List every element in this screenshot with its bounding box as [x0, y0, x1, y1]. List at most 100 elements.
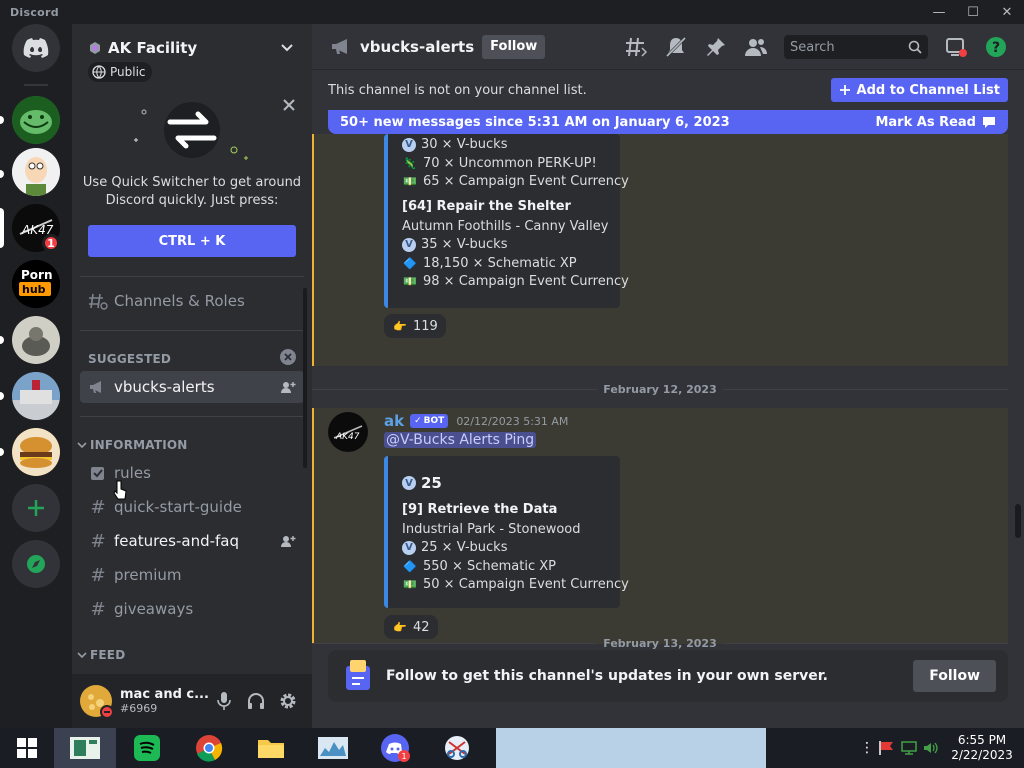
- mark-read-label: Mark As Read: [875, 114, 976, 130]
- spotify-icon[interactable]: [116, 728, 178, 768]
- follow-channel-button[interactable]: Follow: [913, 660, 996, 692]
- mark-as-read-button[interactable]: Mark As Read: [875, 115, 996, 130]
- system-clock[interactable]: 6:55 PM 2/22/2023: [940, 733, 1024, 763]
- close-window-icon[interactable]: ✕: [990, 0, 1024, 24]
- quick-switcher-description: Use Quick Switcher to get around Discord…: [82, 175, 302, 208]
- minimize-icon[interactable]: —: [922, 0, 956, 24]
- user-tag: #6969: [120, 702, 158, 715]
- public-badge: Public: [88, 62, 152, 82]
- mission-location: Autumn Foothills - Canny Valley: [402, 219, 609, 234]
- sidebar-item-vbucks-alerts[interactable]: vbucks-alerts: [80, 371, 304, 403]
- ping-emoji-icon: 👉: [393, 319, 407, 333]
- pin-icon[interactable]: [704, 35, 728, 59]
- reaction-button[interactable]: 👉 119: [384, 314, 446, 338]
- notice-text: This channel is not on your channel list…: [328, 82, 587, 98]
- embed-total: V 25: [402, 474, 442, 492]
- avatar[interactable]: [80, 685, 114, 719]
- unread-pill: [0, 116, 4, 124]
- vbucks-icon: V: [402, 476, 416, 490]
- threads-icon[interactable]: [624, 35, 648, 59]
- embed-line: V 35 × V-bucks: [402, 237, 507, 252]
- taskbar-app-icon[interactable]: [54, 728, 116, 768]
- event-currency-icon: 💵: [403, 174, 417, 188]
- rules-icon: [91, 467, 104, 480]
- dismiss-suggested-icon[interactable]: [280, 349, 296, 365]
- add-to-channel-list-button[interactable]: Add to Channel List: [830, 78, 1008, 102]
- chat-scrollbar[interactable]: [1014, 504, 1022, 544]
- explore-servers-icon[interactable]: [12, 540, 60, 588]
- server-hub-icon[interactable]: Porn hub: [12, 260, 60, 308]
- user-panel: mac and c... #6969: [72, 674, 312, 728]
- file-explorer-icon[interactable]: [240, 728, 302, 768]
- mute-bell-icon[interactable]: [664, 35, 688, 59]
- sidebar-scrollbar[interactable]: [302, 288, 308, 708]
- notification-badge: 1: [398, 750, 410, 762]
- channels-roles-link[interactable]: Channels & Roles: [80, 285, 304, 317]
- taskbar-search-box[interactable]: [496, 728, 766, 768]
- microphone-icon[interactable]: [216, 691, 232, 711]
- server-troll-icon[interactable]: [12, 96, 60, 144]
- server-building-icon[interactable]: [12, 372, 60, 420]
- add-member-icon[interactable]: [280, 380, 296, 394]
- snipping-tool-icon[interactable]: [426, 728, 488, 768]
- embed-line: 🦎 70 × Uncommon PERK-UP!: [403, 155, 597, 171]
- follow-button[interactable]: Follow: [482, 34, 546, 59]
- schematic-xp-icon: 🔷: [403, 256, 417, 270]
- inbox-icon[interactable]: [944, 35, 968, 59]
- quick-switcher-illustration-icon: [134, 102, 248, 160]
- member-list-icon[interactable]: [744, 35, 768, 59]
- selected-pill: [0, 208, 4, 248]
- volume-icon[interactable]: [922, 740, 940, 756]
- perk-up-icon: 🦎: [403, 156, 417, 170]
- chrome-icon[interactable]: [178, 728, 240, 768]
- direct-messages-icon[interactable]: [12, 24, 60, 72]
- channels-roles-label: Channels & Roles: [114, 292, 245, 310]
- flag-icon[interactable]: [878, 740, 896, 756]
- role-mention[interactable]: @V-Bucks Alerts Ping: [384, 432, 537, 448]
- message-header: ak ✓ BOT 02/12/2023 5:31 AM: [384, 412, 568, 430]
- server-list-separator: [24, 84, 48, 86]
- maximize-icon[interactable]: ☐: [956, 0, 990, 24]
- ping-emoji-icon: 👉: [393, 620, 407, 634]
- chevron-down-icon[interactable]: [280, 43, 294, 53]
- search-input[interactable]: Search: [784, 35, 928, 59]
- discord-taskbar-icon[interactable]: 1: [364, 728, 426, 768]
- start-windows-icon[interactable]: [0, 728, 54, 768]
- search-icon: [908, 40, 922, 54]
- server-cartoon-icon[interactable]: [12, 148, 60, 196]
- channel-label: vbucks-alerts: [114, 378, 215, 396]
- chevron-down-icon: [77, 652, 87, 659]
- more-options-icon[interactable]: ⋮: [860, 740, 874, 756]
- sidebar-item-premium[interactable]: # premium: [80, 559, 304, 591]
- feed-category[interactable]: FEED: [76, 648, 125, 662]
- message-list: V 30 × V-bucks 🦎 70 × Uncommon PERK-UP! 💵 6…: [312, 134, 1024, 644]
- network-icon[interactable]: [900, 740, 918, 756]
- headphones-icon[interactable]: [247, 692, 265, 710]
- resource-monitor-icon[interactable]: [302, 728, 364, 768]
- follow-banner: Follow to get this channel's updates in …: [328, 650, 1008, 702]
- quick-switcher-button[interactable]: CTRL + K: [88, 225, 296, 257]
- mention-badge: 1: [42, 234, 60, 252]
- add-member-icon[interactable]: [280, 534, 296, 548]
- chat-area: vbucks-alerts Follow Search ? This chann…: [312, 24, 1024, 728]
- help-icon[interactable]: ?: [984, 35, 1008, 59]
- sidebar-item-features-and-faq[interactable]: # features-and-faq: [80, 525, 304, 557]
- announcement-icon: [332, 38, 347, 54]
- settings-gear-icon[interactable]: [279, 692, 297, 710]
- hash-icon: #: [90, 530, 106, 552]
- channel-notice: This channel is not on your channel list…: [312, 70, 1024, 110]
- new-messages-bar[interactable]: 50+ new messages since 5:31 AM on Januar…: [328, 110, 1008, 134]
- date-divider: February 13, 2023: [312, 636, 1008, 650]
- add-server-icon[interactable]: [12, 484, 60, 532]
- svg-text:?: ?: [992, 40, 1000, 56]
- avatar[interactable]: AK47: [328, 412, 368, 452]
- server-burger-icon[interactable]: [12, 428, 60, 476]
- channel-label: premium: [114, 566, 182, 584]
- information-category[interactable]: INFORMATION: [76, 438, 188, 452]
- server-photo-icon[interactable]: [12, 316, 60, 364]
- vbucks-icon: V: [402, 540, 416, 555]
- vbucks-icon: V: [402, 237, 416, 252]
- sidebar-item-giveaways[interactable]: # giveaways: [80, 593, 304, 625]
- close-icon[interactable]: [282, 98, 296, 112]
- author-name[interactable]: ak: [384, 412, 404, 430]
